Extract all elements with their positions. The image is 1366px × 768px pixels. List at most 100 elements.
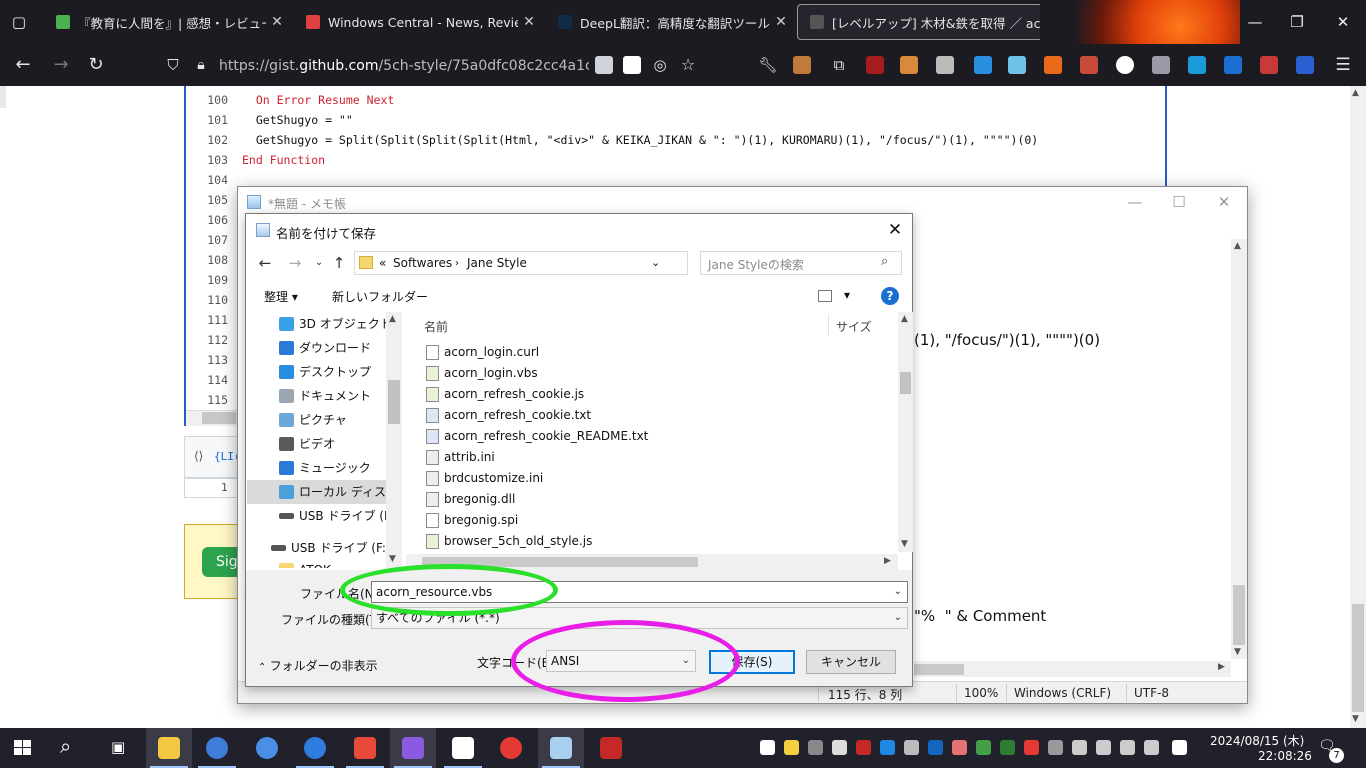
close-tab-icon[interactable]: ✕ xyxy=(518,14,540,30)
taskbar-thunderbird[interactable] xyxy=(292,728,338,768)
nav-item-local-disk-c[interactable]: ローカル ディスク (C xyxy=(247,480,387,504)
forward-icon[interactable]: → xyxy=(284,250,306,276)
address-bar[interactable]: « Softwares › Jane Style ⌄ ↻ xyxy=(354,251,792,275)
code-scroll-thumb[interactable] xyxy=(202,412,236,424)
tab-list-icon[interactable]: ▢ xyxy=(4,8,34,36)
minimize-icon[interactable]: — xyxy=(1240,8,1270,36)
nav-item-documents[interactable]: ドキュメント xyxy=(247,384,387,408)
stylus-icon[interactable] xyxy=(936,56,954,74)
network-icon[interactable] xyxy=(1096,740,1111,755)
notepad-hscroll-thumb[interactable] xyxy=(914,664,964,675)
maximize-icon[interactable]: ☐ xyxy=(1164,191,1194,213)
taskbar-firefox[interactable] xyxy=(194,728,240,768)
taskbar-app-red[interactable] xyxy=(588,728,634,768)
save-ext-icon[interactable] xyxy=(1008,56,1026,74)
battery-icon[interactable] xyxy=(1072,740,1087,755)
nav-item-videos[interactable]: ビデオ xyxy=(247,432,387,456)
scroll-up-arrow-icon[interactable]: ▲ xyxy=(1352,88,1359,98)
restore-icon[interactable]: ❐ xyxy=(1282,8,1312,36)
scroll-right-arrow-icon[interactable]: ▶ xyxy=(1218,662,1225,672)
close-icon[interactable]: ✕ xyxy=(880,218,910,242)
clock-time[interactable]: 22:08:26 xyxy=(1258,749,1312,763)
save-as-dialog[interactable]: 名前を付けて保存 ✕ ← → ⌄ ↑ « Softwares › Jane St… xyxy=(245,213,913,687)
close-tab-icon[interactable]: ✕ xyxy=(266,14,288,30)
hide-folders-toggle[interactable]: ⌃ フォルダーの非表示 xyxy=(258,657,378,674)
nav-item-atok[interactable]: ATOK... xyxy=(247,558,387,568)
audio-meter-icon[interactable] xyxy=(856,740,871,755)
column-divider[interactable] xyxy=(828,314,829,336)
scroll-up-arrow-icon[interactable]: ▲ xyxy=(1234,241,1241,251)
scroll-up-arrow-icon[interactable]: ▲ xyxy=(389,314,396,324)
column-header-size[interactable]: サイズ xyxy=(836,318,872,335)
forward-icon[interactable]: → xyxy=(48,53,74,79)
help-icon[interactable]: ? xyxy=(881,287,899,305)
file-row[interactable]: browser_5ch_old_style.js xyxy=(416,531,896,552)
nav-item-music[interactable]: ミュージック xyxy=(247,456,387,480)
taskbar-gmail[interactable] xyxy=(488,728,534,768)
notepad-text-line[interactable]: "% " & Comment xyxy=(914,607,1046,625)
chevron-down-icon[interactable]: ⌄ xyxy=(894,608,902,628)
recent-locations-chevron-icon[interactable]: ⌄ xyxy=(308,250,330,276)
grid-tray-icon[interactable] xyxy=(904,740,919,755)
ime-mode-icon[interactable] xyxy=(1172,740,1187,755)
japan-flag-icon[interactable] xyxy=(623,56,641,74)
close-tab-icon[interactable]: ✕ xyxy=(770,14,792,30)
breadcrumb-softwares[interactable]: Softwares xyxy=(393,256,452,270)
breadcrumb-jane-style[interactable]: Jane Style xyxy=(467,256,527,270)
file-row[interactable]: acorn_refresh_cookie.js xyxy=(416,384,896,405)
view-dropdown-button[interactable]: ▾ xyxy=(844,288,850,302)
cancel-button[interactable]: キャンセル xyxy=(806,650,896,674)
file-row[interactable]: acorn_refresh_cookie.txt xyxy=(416,405,896,426)
file-row[interactable]: brdcustomize.ini xyxy=(416,468,896,489)
file-row[interactable]: bregonig.spi xyxy=(416,510,896,531)
scroll-down-arrow-icon[interactable]: ▼ xyxy=(901,539,908,549)
red-extension-icon[interactable] xyxy=(1080,56,1098,74)
tray-app-icon[interactable] xyxy=(952,740,967,755)
nav-item-pictures[interactable]: ピクチャ xyxy=(247,408,387,432)
puzzle-extensions-icon[interactable]: ⧉ xyxy=(826,53,852,79)
fox-extension-icon[interactable] xyxy=(793,56,811,74)
tab-bookmeter[interactable]: 『教育に人間を』| 感想・レビュー - 読者 ✕ xyxy=(44,4,288,40)
file-row[interactable]: acorn_login.curl xyxy=(416,342,896,363)
taskbar-chrome[interactable] xyxy=(244,728,290,768)
close-window-icon[interactable]: ✕ xyxy=(1328,8,1358,36)
nav-pane-scroll-thumb[interactable] xyxy=(388,380,400,424)
breadcrumb-overflow[interactable]: « xyxy=(379,256,386,270)
ublock-icon[interactable] xyxy=(866,56,884,74)
scroll-right-arrow-icon[interactable]: ▶ xyxy=(884,556,891,566)
file-row[interactable]: attrib.ini xyxy=(416,447,896,468)
cat-extension-icon[interactable] xyxy=(900,56,918,74)
tab-windows-central[interactable]: Windows Central - News, Reviews & ✕ xyxy=(294,4,540,40)
search-icon[interactable]: ⌕ xyxy=(881,254,888,269)
url-bar[interactable]: https://gist.github.com/5ch-style/75a0df… xyxy=(219,56,589,76)
tab-acorn[interactable]: [レベルアップ] 木材&鉄を取得 ／ acorn xyxy=(797,4,1043,40)
taskbar-notepad[interactable] xyxy=(538,728,584,768)
taskbar-app-f[interactable] xyxy=(342,728,388,768)
red-badge-extension-icon[interactable] xyxy=(1260,56,1278,74)
nav-item-usb-f[interactable]: USB ドライブ (F:) xyxy=(247,504,387,528)
blue-badge-extension-icon[interactable] xyxy=(1224,56,1242,74)
telegram-icon[interactable] xyxy=(1188,56,1206,74)
firefox-ext-icon[interactable] xyxy=(1044,56,1062,74)
tray-app-icon[interactable] xyxy=(1144,740,1159,755)
column-header-name[interactable]: 名前 xyxy=(424,318,448,335)
bluetooth-icon[interactable] xyxy=(928,740,943,755)
nav-item-downloads[interactable]: ダウンロード xyxy=(247,336,387,360)
file-list-scroll-thumb[interactable] xyxy=(900,372,911,394)
tray-app-icon[interactable] xyxy=(832,740,847,755)
bitwarden-icon[interactable] xyxy=(1296,56,1314,74)
menu-icon[interactable]: ☰ xyxy=(1330,53,1356,79)
fingerprint-icon[interactable]: ◎ xyxy=(647,53,673,79)
tray-app-icon[interactable] xyxy=(1000,740,1015,755)
wrench-icon[interactable]: 🔧︎ xyxy=(755,53,781,79)
new-folder-button[interactable]: 新しいフォルダー xyxy=(332,288,428,305)
dialog-titlebar[interactable]: 名前を付けて保存 ✕ xyxy=(246,214,912,246)
taskbar-app-purple[interactable] xyxy=(390,728,436,768)
volume-icon[interactable] xyxy=(1120,740,1135,755)
clock-date[interactable]: 2024/08/15 (木) xyxy=(1210,732,1304,749)
up-folder-icon[interactable]: ↑ xyxy=(328,250,350,276)
tray-app-icon[interactable] xyxy=(976,740,991,755)
close-icon[interactable]: ✕ xyxy=(1209,191,1239,213)
file-list-vertical-scrollbar[interactable] xyxy=(898,312,913,552)
gem-icon[interactable] xyxy=(974,56,992,74)
